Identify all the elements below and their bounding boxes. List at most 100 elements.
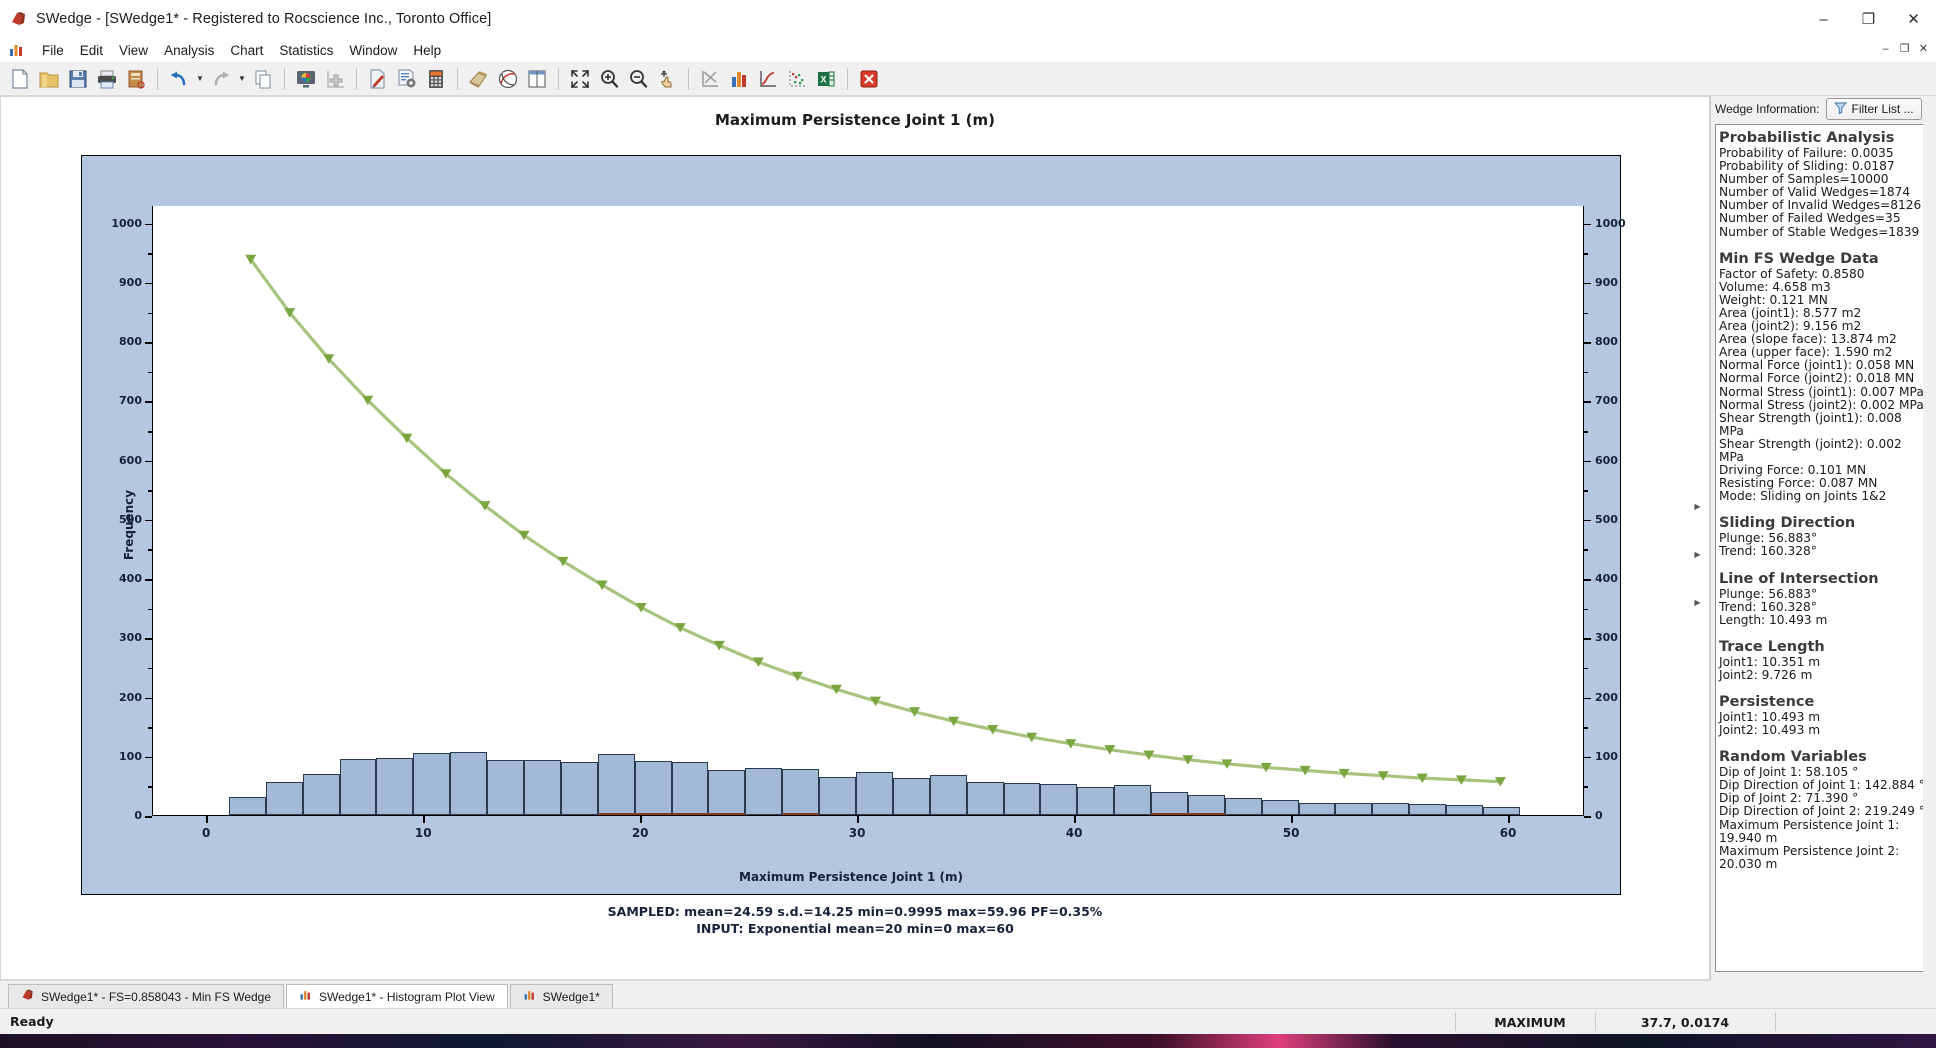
cumulative-plot-icon[interactable]	[754, 65, 782, 93]
zoom-in-icon[interactable]	[595, 65, 623, 93]
minimize-button[interactable]: –	[1801, 0, 1846, 38]
zoom-all-icon[interactable]	[566, 65, 594, 93]
calculator-icon[interactable]	[422, 65, 450, 93]
failed-wedge-bar[interactable]	[671, 813, 709, 815]
histogram-bar[interactable]	[413, 752, 451, 815]
maximize-button[interactable]: ❐	[1846, 0, 1891, 38]
x-axis-tick-label: 20	[631, 826, 649, 840]
histogram-plot-icon[interactable]	[725, 65, 753, 93]
histogram-bar[interactable]	[450, 751, 488, 815]
export-excel-icon[interactable]: X	[812, 65, 840, 93]
y-axis-tick	[145, 401, 152, 403]
histogram-bar[interactable]	[966, 782, 1004, 815]
histogram-bar[interactable]	[1040, 783, 1078, 815]
menu-chart[interactable]: Chart	[222, 41, 271, 60]
splitter-arrow-bottom[interactable]: ▶	[1693, 596, 1702, 608]
print-preview-icon[interactable]	[122, 65, 150, 93]
redo-icon[interactable]	[207, 65, 235, 93]
save-icon[interactable]	[64, 65, 92, 93]
print-icon[interactable]	[93, 65, 121, 93]
menu-analysis[interactable]: Analysis	[156, 41, 222, 60]
filter-list-button[interactable]: Filter List ...	[1825, 98, 1922, 120]
histogram-bar[interactable]	[487, 759, 524, 815]
histogram-bar[interactable]	[855, 772, 893, 815]
zoom-out-icon[interactable]	[624, 65, 652, 93]
histogram-bar[interactable]	[524, 759, 561, 815]
failed-wedge-bar[interactable]	[782, 813, 820, 815]
histogram-bar[interactable]	[1151, 791, 1188, 815]
x-axis-tick-label: 0	[202, 826, 211, 840]
splitter-arrow-top[interactable]: ▶	[1693, 500, 1702, 512]
view-tab[interactable]: SWedge1* - Histogram Plot View	[286, 984, 508, 1008]
histogram-bar[interactable]	[302, 773, 340, 815]
histogram-bar[interactable]	[1077, 786, 1115, 815]
histogram-bar[interactable]	[1483, 806, 1520, 815]
histogram-bar[interactable]	[782, 768, 820, 815]
view-tab-strip: SWedge1* - FS=0.858043 - Min FS Wedge SWe…	[0, 980, 1710, 1008]
project-settings-icon[interactable]	[393, 65, 421, 93]
histogram-bar[interactable]	[597, 754, 635, 815]
histogram-bar[interactable]	[634, 761, 672, 815]
histogram-bar[interactable]	[671, 762, 709, 815]
axis-scale-icon[interactable]	[321, 65, 349, 93]
failed-wedge-bar[interactable]	[634, 813, 672, 815]
close-button[interactable]: ✕	[1891, 0, 1936, 38]
undo-icon[interactable]	[165, 65, 193, 93]
copy-icon[interactable]	[249, 65, 277, 93]
histogram-bar[interactable]	[1409, 803, 1447, 815]
failed-wedge-bar[interactable]	[1187, 813, 1225, 815]
tile-view-icon[interactable]	[523, 65, 551, 93]
histogram-bar[interactable]	[1298, 802, 1336, 815]
stereonet-icon[interactable]	[494, 65, 522, 93]
distribution-curve-marker	[518, 530, 530, 541]
y-axis-tick	[145, 519, 152, 522]
scatter-points-icon[interactable]	[783, 65, 811, 93]
histogram-bar[interactable]	[708, 770, 746, 815]
histogram-bar[interactable]	[265, 781, 303, 815]
pan-icon[interactable]	[653, 65, 681, 93]
undo-dropdown-caret-icon[interactable]: ▼	[194, 65, 206, 93]
histogram-bar[interactable]	[819, 776, 856, 815]
menu-window[interactable]: Window	[341, 41, 405, 60]
redo-dropdown-caret-icon[interactable]: ▼	[236, 65, 248, 93]
histogram-bar[interactable]	[376, 757, 414, 815]
failed-wedge-bar[interactable]	[1151, 813, 1188, 815]
histogram-bar[interactable]	[1446, 804, 1483, 815]
histogram-bar[interactable]	[228, 797, 266, 815]
histogram-bar[interactable]	[1261, 799, 1299, 815]
histogram-bar[interactable]	[1335, 803, 1373, 815]
histogram-bar[interactable]	[1224, 798, 1262, 815]
histogram-bar[interactable]	[745, 767, 783, 815]
failed-wedge-bar[interactable]	[708, 813, 746, 815]
histogram-bar[interactable]	[1372, 802, 1410, 815]
mdi-restore-button[interactable]: ❐	[1896, 40, 1913, 57]
splitter-arrow-mid[interactable]: ▶	[1693, 548, 1702, 560]
failed-wedge-bar[interactable]	[597, 813, 635, 815]
scatter-plot-icon[interactable]	[696, 65, 724, 93]
wedge-view-icon[interactable]	[465, 65, 493, 93]
menu-view[interactable]: View	[111, 41, 156, 60]
histogram-bar[interactable]	[1003, 783, 1041, 815]
new-icon[interactable]	[6, 65, 34, 93]
open-folder-icon[interactable]	[35, 65, 63, 93]
histogram-bar[interactable]	[892, 777, 930, 815]
histogram-bar[interactable]	[1114, 785, 1152, 815]
menu-statistics[interactable]: Statistics	[271, 41, 341, 60]
panel-scrollbar[interactable]	[1923, 124, 1932, 972]
view-tab[interactable]: SWedge1*	[509, 984, 613, 1008]
histogram-bar[interactable]	[560, 761, 598, 815]
display-options-icon[interactable]	[292, 65, 320, 93]
mdi-close-button[interactable]: ✕	[1915, 40, 1932, 57]
wedge-information-list[interactable]: Probabilistic Analysis Probability of Fai…	[1715, 124, 1926, 972]
menu-edit[interactable]: Edit	[72, 41, 111, 60]
view-tab[interactable]: SWedge1* - FS=0.858043 - Min FS Wedge	[8, 984, 285, 1008]
menu-file[interactable]: File	[34, 41, 72, 60]
close-view-icon[interactable]	[855, 65, 883, 93]
info-line: Maximum Persistence Joint 1: 19.940 m	[1719, 817, 1900, 845]
histogram-bar[interactable]	[929, 775, 967, 815]
edit-geometry-icon[interactable]	[364, 65, 392, 93]
menu-help[interactable]: Help	[405, 41, 449, 60]
mdi-minimize-button[interactable]: –	[1877, 40, 1894, 57]
histogram-bar[interactable]	[339, 758, 377, 815]
